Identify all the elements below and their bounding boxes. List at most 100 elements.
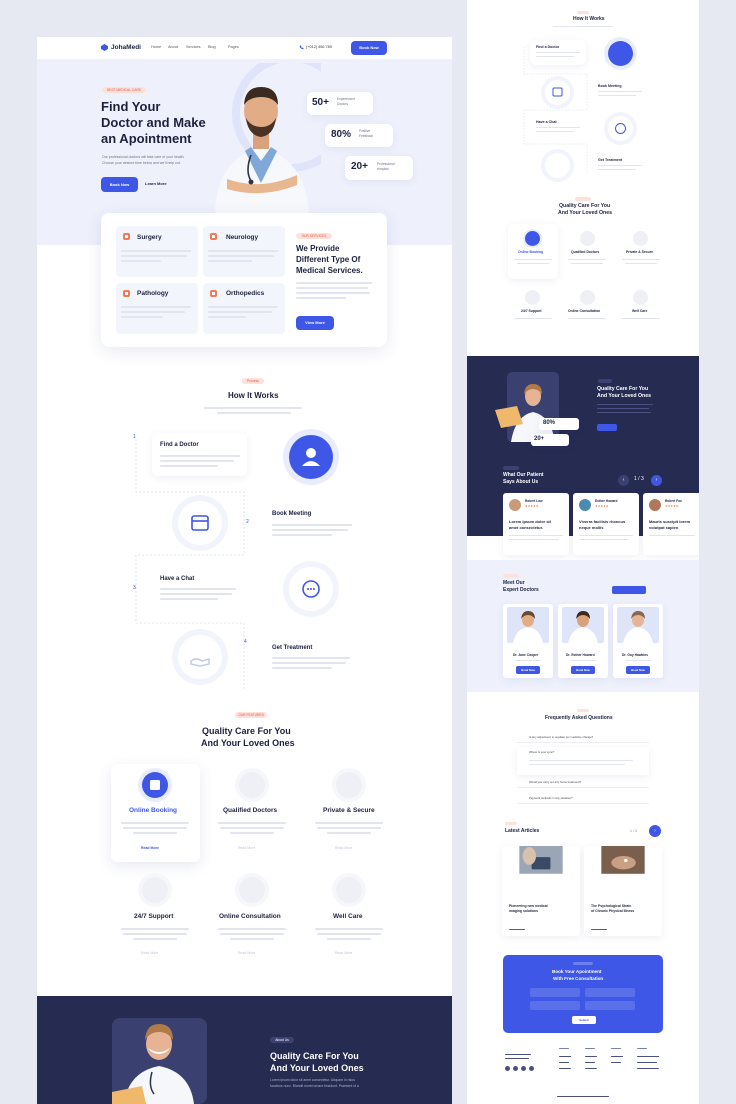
step-title-book-meeting: Book Meeting: [272, 511, 312, 517]
services-view-more-button[interactable]: View More: [296, 316, 334, 330]
r-doctor-book-2[interactable]: Book Now: [571, 666, 595, 674]
feature-title-private-secure: Private & Secure: [323, 807, 375, 814]
r-quality-badge: [575, 197, 591, 201]
feature-read-more-well-care[interactable]: Read More: [335, 951, 352, 955]
r-cta-title-line2: With Free Consultation: [553, 976, 604, 981]
feature-read-more-online-booking[interactable]: Read More: [141, 846, 159, 850]
stat-doctors-number: 50+: [312, 97, 329, 108]
r-online-booking-icon: [525, 231, 540, 246]
feature-title-online-booking: Online Booking: [129, 807, 178, 814]
step-number-4: 4: [244, 639, 247, 645]
neurology-icon: [210, 233, 217, 240]
nav-phone[interactable]: (+012) 456 789: [306, 45, 332, 49]
nav-about[interactable]: About: [168, 45, 178, 49]
nav-blog[interactable]: Blog: [208, 45, 216, 49]
r-articles-title: Latest Articles: [505, 828, 540, 834]
step-icon-get-treatment: [178, 635, 222, 679]
r-testimonial-badge: [503, 466, 519, 470]
r-feature-support: 24/7 Support: [521, 309, 542, 313]
nav-home[interactable]: Home: [151, 45, 161, 49]
feature-title-support: 24/7 Support: [134, 913, 174, 920]
r-testimonial-prev-button[interactable]: ‹: [618, 475, 629, 486]
step-icon-book-meeting: [178, 501, 222, 545]
r-cta-input-date[interactable]: [585, 1001, 635, 1010]
nav-services[interactable]: Services: [186, 45, 201, 49]
service-pathology-title: Pathology: [137, 290, 169, 297]
r-cta-input-phone[interactable]: [530, 1001, 580, 1010]
r-testimonial-next-button[interactable]: ›: [651, 475, 662, 486]
surgery-icon: [123, 233, 130, 240]
r-article-image-2: [601, 846, 645, 874]
brand-name[interactable]: JohaMedi: [111, 44, 141, 51]
r-faq-question-4: Payment methods in any situation?: [529, 796, 573, 800]
services-desc: [296, 282, 372, 284]
hero-desc-line1: Our professional doctors will take care …: [102, 155, 185, 159]
r-feature-online-booking: Online Booking: [518, 250, 544, 254]
r-faq-question-2: Where is your sync?: [529, 750, 555, 754]
feature-read-more-online-consultation[interactable]: Read More: [238, 951, 255, 955]
feature-read-more-support[interactable]: Read More: [141, 951, 158, 955]
r-testimonial-title-line1: What Our Patient: [503, 472, 544, 478]
how-title: How It Works: [228, 391, 279, 400]
feature-read-more-qualified-doctors[interactable]: Read More: [238, 846, 255, 850]
hero-title-line1: Find Your: [101, 99, 161, 114]
r-feature-private-secure: Private & Secure: [626, 250, 653, 254]
about-doctor-illustration: [112, 1010, 207, 1104]
r-step-have-chat: Have a Chat: [536, 120, 557, 124]
step-title-find-doctor: Find a Doctor: [160, 442, 199, 448]
hero-book-button[interactable]: Book Now: [101, 177, 138, 192]
step-title-get-treatment: Get Treatment: [272, 645, 313, 651]
r-faq-question-3: Would you carry out any home treatment?: [529, 780, 582, 784]
feature-read-more-private-secure[interactable]: Read More: [335, 846, 352, 850]
r-doctor-book-3[interactable]: Book Now: [626, 666, 650, 674]
r-footer-social-2[interactable]: [513, 1066, 518, 1071]
r-article-title-1b: imaging solutions: [509, 909, 539, 913]
r-footer-social-3[interactable]: [521, 1066, 526, 1071]
nav-book-button[interactable]: Book Now: [351, 41, 387, 55]
stat-feedback-label2: Feedback: [359, 134, 373, 138]
nav-pages[interactable]: Pages: [228, 45, 239, 49]
r-footer-social-4[interactable]: [529, 1066, 534, 1071]
service-surgery-title: Surgery: [137, 234, 162, 241]
r-about-button[interactable]: [597, 424, 617, 431]
r-qualified-doctors-icon: [580, 231, 595, 246]
stat-doctors-label2: Doctors: [337, 102, 348, 106]
stat-feedback-number: 80%: [331, 129, 352, 140]
r-article-image-1: [519, 846, 563, 874]
about-desc-line1: Lorem ipsum dolor sit amet consectetur. …: [270, 1078, 355, 1082]
r-doctors-view-all-button[interactable]: [612, 586, 646, 594]
about-desc-line2: faucibus nunc. Blandit morbi ornare tinc…: [270, 1084, 359, 1088]
r-step-get-treatment: Get Treatment: [598, 158, 623, 162]
r-doctors-title-line1: Meet Our: [503, 580, 525, 586]
step-icon-have-chat: [289, 567, 333, 611]
navbar: JohaMedi Home About Services Blog Pages …: [37, 37, 452, 59]
r-article-card-2[interactable]: [584, 846, 662, 936]
r-review-quote-2a: Viverra facilisis rhoncus: [579, 519, 626, 524]
hero-learn-link[interactable]: Learn More: [145, 181, 167, 187]
r-doctor-book-1[interactable]: Book Now: [516, 666, 540, 674]
hero-doctor-illustration: [201, 63, 321, 213]
r-cta-title-line1: Book Your Apointment: [552, 969, 602, 974]
r-cta-input-name[interactable]: [530, 988, 580, 997]
hero-badge: BEST MEDICAL CARE: [102, 87, 146, 93]
services-badge: OUR SERVICES: [296, 233, 332, 239]
r-private-secure-icon: [633, 231, 648, 246]
r-article-card-1[interactable]: [502, 846, 580, 936]
r-cta-input-email[interactable]: [585, 988, 635, 997]
service-surgery-text: [121, 250, 191, 252]
r-doctor-photo-1: [507, 607, 549, 643]
r-articles-next-button[interactable]: ›: [649, 825, 661, 837]
r-cta-submit-button[interactable]: Submit: [572, 1016, 596, 1024]
r-footer-social-1[interactable]: [505, 1066, 510, 1071]
r-about-badge: [598, 379, 612, 383]
r-articles-pager: 1 / 3: [630, 829, 637, 833]
r-doctors-badge: [503, 574, 519, 578]
r-faq-question-1: Is any adjustment to regulate per medici…: [529, 735, 594, 739]
r-feature-well-care: Well Care: [632, 309, 648, 313]
r-doctors-title-line2: Expert Doctors: [503, 587, 539, 593]
stat-hospital-label2: Hospital: [377, 167, 389, 171]
phone-icon: [299, 45, 304, 50]
about-badge: About Us: [270, 1037, 294, 1043]
r-feature-online-consultation: Online Consultation: [568, 309, 601, 313]
r-stat-20-number: 20+: [534, 436, 545, 442]
